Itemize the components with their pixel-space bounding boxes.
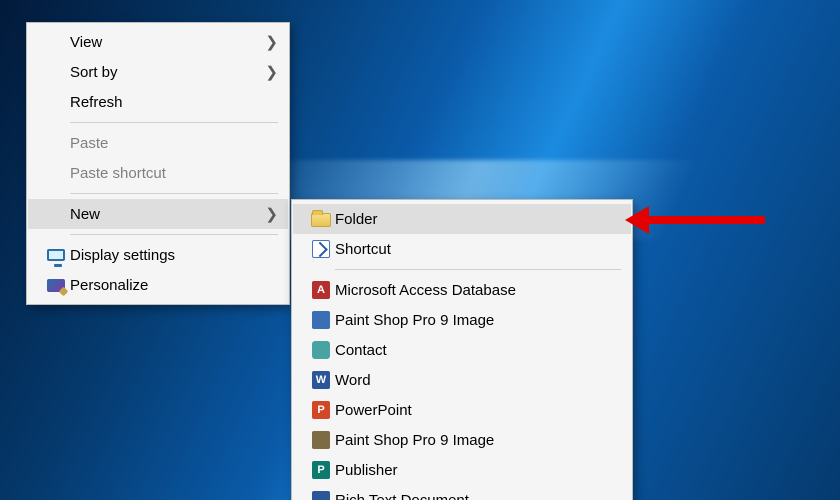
menu-paste: Paste: [28, 128, 288, 158]
submenu-psp2-label: Paint Shop Pro 9 Image: [335, 432, 621, 449]
submenu-folder[interactable]: Folder: [293, 204, 631, 234]
submenu-ppt-label: PowerPoint: [335, 402, 621, 419]
submenu-rtf-label: Rich Text Document: [335, 492, 621, 500]
submenu-psp-label: Paint Shop Pro 9 Image: [335, 312, 621, 329]
powerpoint-icon: P: [307, 401, 335, 419]
menu-paste-shortcut-label: Paste shortcut: [70, 165, 262, 182]
menu-new[interactable]: New ❯: [28, 199, 288, 229]
submenu-word-label: Word: [335, 372, 621, 389]
submenu-shortcut-label: Shortcut: [335, 241, 621, 258]
chevron-right-icon: ❯: [262, 33, 278, 51]
shortcut-icon: [307, 240, 335, 258]
submenu-contact-label: Contact: [335, 342, 621, 359]
submenu-publisher[interactable]: P Publisher: [293, 455, 631, 485]
submenu-word[interactable]: W Word: [293, 365, 631, 395]
menu-personalize-label: Personalize: [70, 277, 262, 294]
submenu-access-label: Microsoft Access Database: [335, 282, 621, 299]
display-icon: [42, 249, 70, 261]
folder-icon: [307, 211, 335, 227]
menu-display-label: Display settings: [70, 247, 262, 264]
menu-paste-label: Paste: [70, 135, 262, 152]
access-icon: A: [307, 281, 335, 299]
windows-desktop[interactable]: View ❯ Sort by ❯ Refresh Paste Paste sho…: [0, 0, 840, 500]
image-file-icon: [307, 311, 335, 329]
submenu-shortcut[interactable]: Shortcut: [293, 234, 631, 264]
menu-view-label: View: [70, 34, 262, 51]
image-file-icon: [307, 431, 335, 449]
menu-display-settings[interactable]: Display settings: [28, 240, 288, 270]
submenu-contact[interactable]: Contact: [293, 335, 631, 365]
submenu-psp-image-2[interactable]: Paint Shop Pro 9 Image: [293, 425, 631, 455]
word-icon: W: [307, 371, 335, 389]
menu-separator: [70, 234, 278, 235]
submenu-access[interactable]: A Microsoft Access Database: [293, 275, 631, 305]
submenu-folder-label: Folder: [335, 211, 621, 228]
annotation-arrow-icon: [625, 206, 775, 234]
menu-sort-by[interactable]: Sort by ❯: [28, 57, 288, 87]
new-submenu: Folder Shortcut A Microsoft Access Datab…: [291, 199, 633, 500]
chevron-right-icon: ❯: [262, 63, 278, 81]
submenu-powerpoint[interactable]: P PowerPoint: [293, 395, 631, 425]
menu-refresh-label: Refresh: [70, 94, 262, 111]
menu-personalize[interactable]: Personalize: [28, 270, 288, 300]
menu-paste-shortcut: Paste shortcut: [28, 158, 288, 188]
submenu-pub-label: Publisher: [335, 462, 621, 479]
contact-icon: [307, 341, 335, 359]
rtf-icon: [307, 491, 335, 500]
menu-separator: [335, 269, 621, 270]
menu-view[interactable]: View ❯: [28, 27, 288, 57]
menu-separator: [70, 193, 278, 194]
menu-refresh[interactable]: Refresh: [28, 87, 288, 117]
menu-separator: [70, 122, 278, 123]
desktop-context-menu: View ❯ Sort by ❯ Refresh Paste Paste sho…: [26, 22, 290, 305]
publisher-icon: P: [307, 461, 335, 479]
personalize-icon: [42, 279, 70, 292]
submenu-psp-image[interactable]: Paint Shop Pro 9 Image: [293, 305, 631, 335]
menu-sort-label: Sort by: [70, 64, 262, 81]
menu-new-label: New: [70, 206, 262, 223]
submenu-rich-text[interactable]: Rich Text Document: [293, 485, 631, 500]
chevron-right-icon: ❯: [262, 205, 278, 223]
